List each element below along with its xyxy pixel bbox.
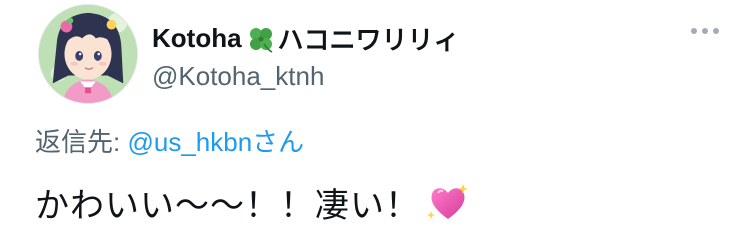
display-name-text: Kotoha (152, 23, 242, 53)
avatar[interactable] (38, 4, 138, 104)
four-leaf-clover-icon (249, 27, 272, 53)
sparkling-heart-icon (427, 183, 468, 219)
reply-mention-link[interactable]: @us_hkbn (127, 127, 252, 157)
display-name[interactable]: Kotoha ハコニワリリィ (152, 20, 460, 57)
tweet-text-content: かわいい〜〜！！凄い！ (35, 187, 420, 225)
display-name-suffix: ハコニワリリィ (277, 25, 460, 55)
reply-honorific: さん (252, 127, 305, 157)
more-icon (691, 28, 697, 34)
more-icon-dot (713, 28, 719, 34)
tweet: Kotoha ハコニワリリィ @Kotoha_ktnh 返信先: @us_hkb… (0, 0, 749, 249)
tweet-text: かわいい〜〜！！凄い！ (35, 178, 470, 227)
avatar-illustration (39, 5, 137, 103)
reply-context: 返信先: @us_hkbnさん (35, 122, 304, 159)
more-options-button[interactable] (691, 28, 719, 34)
user-handle[interactable]: @Kotoha_ktnh (152, 61, 324, 92)
reply-label: 返信先: (35, 127, 121, 157)
more-icon-dot (702, 28, 708, 34)
